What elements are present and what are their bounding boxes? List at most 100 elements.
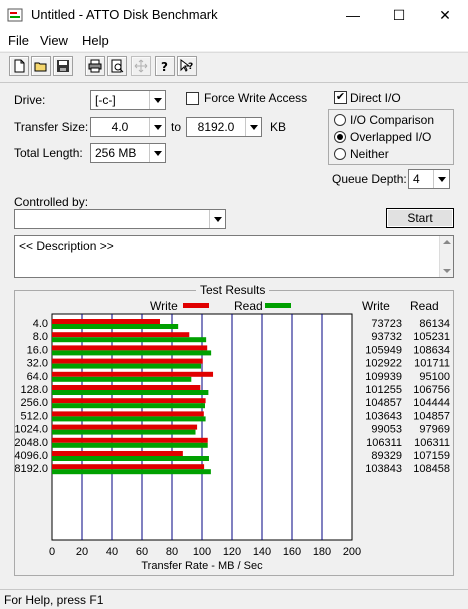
read-value: 104444	[413, 397, 450, 409]
chevron-down-icon[interactable]	[245, 118, 261, 136]
write-value: 102922	[365, 358, 402, 370]
transfer-to-value: 8192.0	[197, 120, 235, 134]
total-length-select[interactable]: 256 MB	[90, 143, 166, 163]
direct-io-checkbox[interactable]: ✔	[334, 91, 347, 104]
neither-radio[interactable]	[334, 148, 346, 160]
controlled-by-select[interactable]	[14, 209, 226, 229]
chevron-down-icon[interactable]	[149, 91, 165, 109]
drive-label: Drive:	[14, 93, 46, 107]
category-label: 8192.0	[14, 463, 48, 475]
transfer-from-select[interactable]: 4.0	[90, 117, 166, 137]
x-tick-label: 160	[283, 546, 301, 558]
atto-app-icon	[7, 8, 23, 22]
x-tick-label: 120	[223, 546, 241, 558]
read-bar	[52, 403, 205, 409]
window-title: Untitled - ATTO Disk Benchmark	[31, 7, 218, 22]
transfer-to-select[interactable]: 8192.0	[186, 117, 262, 137]
open-button[interactable]	[31, 56, 51, 76]
queue-depth-select[interactable]: 4	[408, 169, 450, 189]
transfer-from-value: 4.0	[111, 120, 129, 134]
category-label: 1024.0	[14, 424, 48, 436]
read-value: 104857	[413, 410, 450, 422]
read-bar	[52, 390, 209, 395]
category-label: 128.0	[20, 384, 48, 396]
new-icon	[14, 59, 25, 73]
direct-io-label: Direct I/O	[350, 91, 401, 105]
read-value: 106756	[413, 384, 450, 396]
svg-text:?: ?	[161, 60, 168, 73]
write-bar	[52, 319, 160, 324]
write-value: 103643	[365, 410, 402, 422]
status-bar: For Help, press F1	[0, 589, 468, 609]
help-button[interactable]: ?	[155, 56, 175, 76]
maximize-button[interactable]: ☐	[376, 0, 422, 30]
read-column-header: Read	[410, 299, 439, 313]
category-label: 16.0	[27, 344, 48, 356]
write-bar	[52, 411, 204, 417]
io-comparison-label: I/O Comparison	[350, 113, 435, 127]
read-value: 97969	[419, 424, 450, 436]
scroll-down-icon[interactable]	[443, 269, 451, 273]
menu-bar	[0, 30, 468, 51]
io-comparison-radio[interactable]	[334, 114, 346, 126]
read-bar	[52, 337, 207, 343]
x-tick-label: 200	[343, 546, 361, 558]
save-button[interactable]	[53, 56, 73, 76]
write-value: 105949	[365, 344, 402, 356]
force-write-checkbox[interactable]	[186, 92, 199, 105]
write-bar	[52, 398, 206, 404]
scroll-up-icon[interactable]	[443, 240, 451, 244]
x-axis-label: Transfer Rate - MB / Sec	[141, 560, 263, 572]
drive-select[interactable]: [-c-]	[90, 90, 166, 110]
write-value: 109939	[365, 371, 402, 383]
write-value: 93732	[371, 331, 402, 343]
write-bar	[52, 437, 208, 443]
start-button[interactable]: Start	[386, 208, 454, 228]
read-bar	[52, 456, 209, 461]
write-bar	[52, 332, 190, 338]
description-scrollbar[interactable]	[439, 236, 453, 277]
menu-help[interactable]: Help	[82, 33, 109, 48]
menu-file[interactable]: File	[8, 33, 29, 48]
chevron-down-icon[interactable]	[149, 118, 165, 136]
read-bar	[52, 376, 192, 382]
write-value: 99053	[371, 424, 402, 436]
read-value: 107159	[413, 450, 450, 462]
write-bar	[52, 385, 201, 390]
description-text: << Description >>	[19, 239, 114, 253]
write-legend-label: Write	[150, 299, 178, 313]
move-button[interactable]	[131, 56, 151, 76]
results-chart: 0 20 40 60 80 100 120 140 160 180 200 Transfer Rate…	[14, 313, 450, 572]
controlled-by-label: Controlled by:	[14, 195, 89, 209]
chevron-down-icon[interactable]	[209, 210, 225, 228]
read-value: 95100	[419, 371, 450, 383]
description-box[interactable]: << Description >>	[14, 235, 454, 278]
minimize-button[interactable]: —	[330, 0, 376, 30]
drive-value: [-c-]	[95, 93, 116, 107]
x-tick-label: 140	[253, 546, 271, 558]
x-tick-label: 20	[76, 546, 88, 558]
x-tick-label: 100	[193, 546, 211, 558]
print-button[interactable]	[85, 56, 105, 76]
print-preview-icon	[111, 59, 124, 73]
new-button[interactable]	[9, 56, 29, 76]
write-value: 106311	[366, 437, 402, 449]
overlapped-io-radio[interactable]	[334, 131, 346, 143]
chevron-down-icon[interactable]	[433, 170, 449, 188]
menu-view[interactable]: View	[40, 33, 68, 48]
write-value: 101255	[365, 384, 402, 396]
x-tick-label: 60	[136, 546, 148, 558]
write-bar	[52, 464, 205, 470]
chevron-down-icon[interactable]	[149, 144, 165, 162]
write-legend-swatch	[183, 303, 209, 308]
context-help-button[interactable]: ?	[177, 56, 197, 76]
read-bar	[52, 429, 196, 435]
svg-text:?: ?	[188, 62, 193, 72]
read-legend-swatch	[265, 303, 291, 308]
close-button[interactable]: ✕	[422, 0, 468, 30]
print-icon	[88, 59, 102, 73]
kb-label: KB	[270, 120, 287, 134]
print-preview-button[interactable]	[107, 56, 127, 76]
read-bar	[52, 324, 179, 329]
status-text: For Help, press F1	[4, 593, 104, 607]
